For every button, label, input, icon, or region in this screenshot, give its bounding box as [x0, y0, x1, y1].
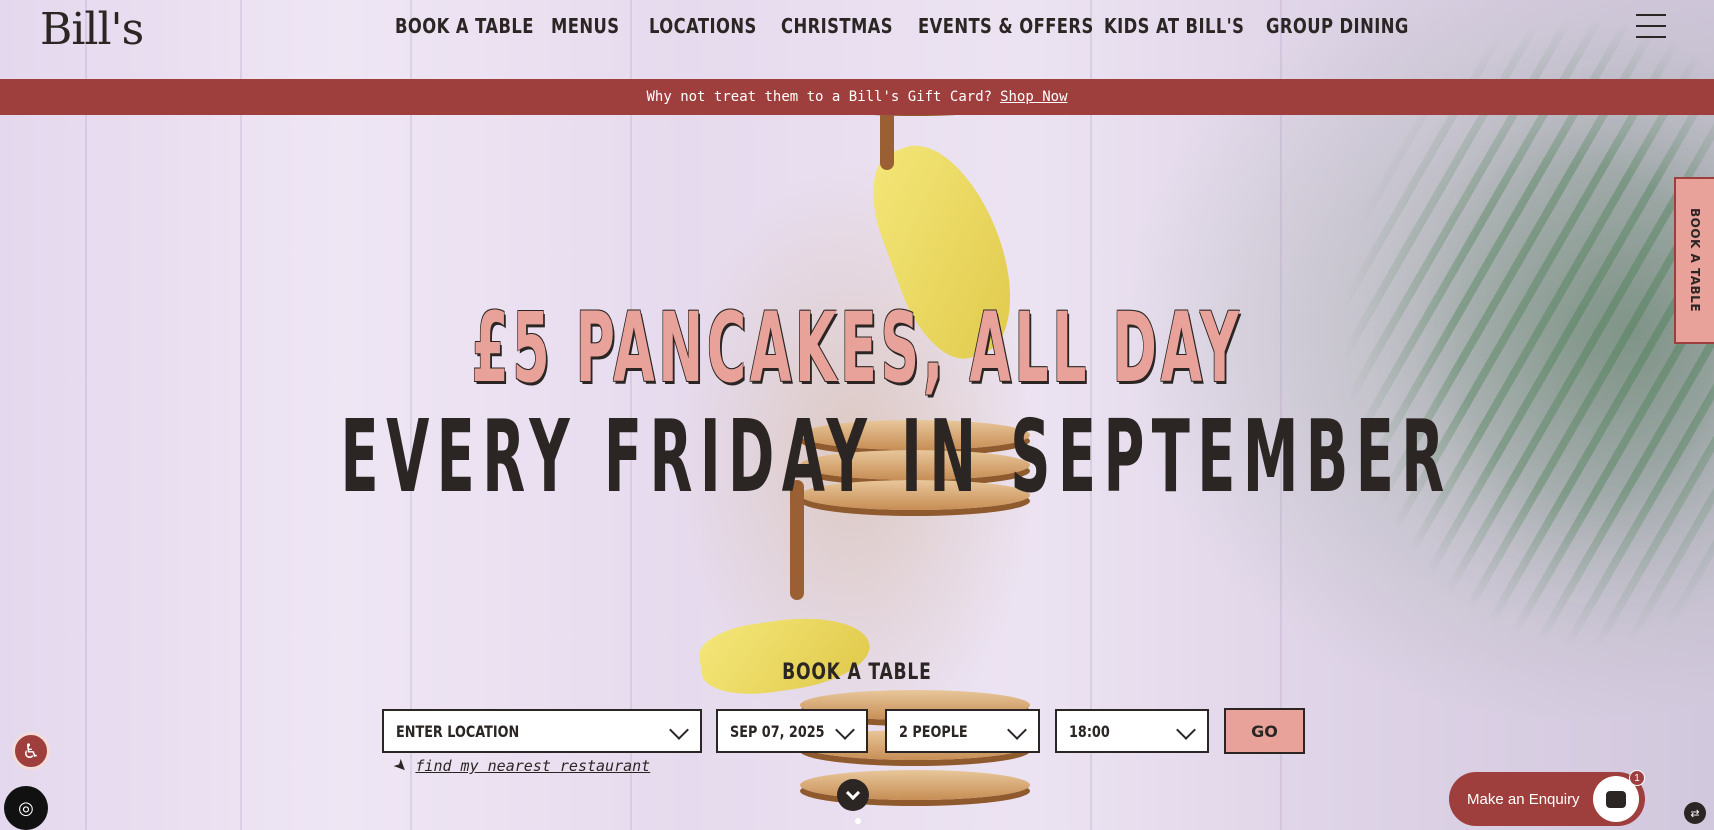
carousel-dot[interactable] — [855, 818, 861, 824]
translate-icon: ⇄ — [1690, 806, 1700, 820]
eye-icon: ◎ — [18, 797, 34, 819]
find-nearest-label: find my nearest restaurant — [415, 757, 651, 775]
translate-button[interactable]: ⇄ — [1684, 802, 1706, 824]
nav-group-dining[interactable]: GROUP DINING — [1266, 14, 1409, 38]
pancake — [800, 770, 1030, 800]
side-tab-label: BOOK A TABLE — [1688, 208, 1702, 313]
go-button[interactable]: GO — [1224, 708, 1305, 754]
hero-headline: £5 PANCAKES, ALL DAY EVERY FRIDAY IN SEP… — [0, 292, 1714, 515]
nav-christmas[interactable]: CHRISTMAS — [781, 14, 893, 38]
chevron-down-icon — [1176, 720, 1196, 740]
gift-card-banner: Why not treat them to a Bill's Gift Card… — [0, 79, 1714, 115]
location-select[interactable]: ENTER LOCATION — [382, 709, 702, 753]
cookie-settings-button[interactable]: ◎ — [4, 786, 48, 830]
hero-line-2: EVERY FRIDAY IN SEPTEMBER — [340, 398, 1452, 515]
hamburger-menu-icon[interactable] — [1636, 14, 1666, 38]
nav-locations[interactable]: LOCATIONS — [649, 14, 757, 38]
time-select[interactable]: 18:00 — [1055, 709, 1209, 753]
people-value: 2 PEOPLE — [899, 721, 968, 741]
accessibility-icon: ♿ — [22, 739, 40, 763]
hero-line-1: £5 PANCAKES, ALL DAY — [471, 292, 1243, 404]
chevron-down-icon — [669, 720, 689, 740]
side-book-a-table-tab[interactable]: BOOK A TABLE — [1674, 177, 1714, 344]
nav-events-offers[interactable]: EVENTS & OFFERS — [918, 14, 1094, 38]
make-an-enquiry-button[interactable]: Make an Enquiry 1 — [1449, 770, 1645, 826]
banana — [695, 608, 875, 702]
accessibility-button[interactable]: ♿ — [12, 732, 50, 770]
bills-logo[interactable]: Bill's — [40, 4, 144, 55]
shop-now-link[interactable]: Shop Now — [1000, 89, 1067, 105]
chocolate-drip — [880, 110, 894, 170]
time-value: 18:00 — [1069, 721, 1110, 741]
notification-badge: 1 — [1629, 770, 1645, 786]
booking-title: BOOK A TABLE — [0, 660, 1714, 685]
nav-kids-at-bills[interactable]: KIDS AT BILL'S — [1104, 14, 1244, 38]
chevron-down-icon — [835, 720, 855, 740]
scroll-down-button[interactable] — [837, 779, 869, 811]
menu-line — [1636, 36, 1666, 38]
menu-line — [1636, 14, 1666, 16]
find-nearest-restaurant-link[interactable]: ➤ find my nearest restaurant — [390, 756, 651, 778]
date-select[interactable]: SEP 07, 2025 — [716, 709, 868, 753]
menu-line — [1636, 25, 1666, 27]
chevron-down-icon — [1007, 720, 1027, 740]
booking-title-text: BOOK A TABLE — [782, 660, 932, 685]
nav-menus[interactable]: MENUS — [551, 14, 619, 38]
chevron-down-icon — [845, 785, 861, 800]
date-value: SEP 07, 2025 — [730, 721, 825, 741]
promo-text: Why not treat them to a Bill's Gift Card… — [646, 89, 993, 105]
nav-book-a-table[interactable]: BOOK A TABLE — [395, 14, 534, 38]
enquiry-label: Make an Enquiry — [1467, 790, 1580, 808]
location-value: ENTER LOCATION — [396, 721, 520, 741]
main-nav: BOOK A TABLE MENUS LOCATIONS CHRISTMAS E… — [395, 14, 1408, 38]
people-select[interactable]: 2 PEOPLE — [885, 709, 1040, 753]
site-header: Bill's BOOK A TABLE MENUS LOCATIONS CHRI… — [0, 0, 1714, 79]
